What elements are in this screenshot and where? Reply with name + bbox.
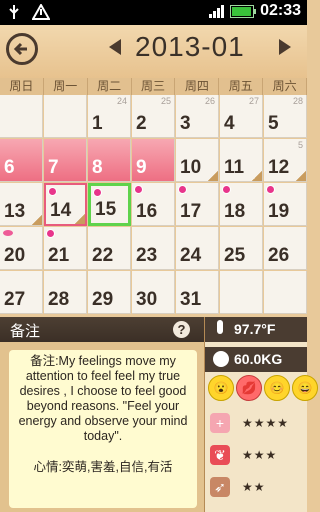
note-dot xyxy=(46,229,55,238)
day-cell[interactable]: 24 1 xyxy=(88,95,131,138)
strawberry-icon: ❦ xyxy=(210,445,230,465)
next-month-button[interactable] xyxy=(279,39,291,55)
thermometer-icon xyxy=(217,320,223,334)
prev-month-button[interactable] xyxy=(109,39,121,55)
day-cell[interactable]: 26 3 xyxy=(176,95,219,138)
temperature-value: 97.7°F xyxy=(234,321,276,337)
weekday-label: 周四 xyxy=(175,78,220,95)
arrow-heart-icon: ➶ xyxy=(210,477,230,497)
weekday-label: 周日 xyxy=(0,78,44,95)
day-cell[interactable]: 25 xyxy=(220,227,263,270)
day-cell[interactable]: 27 xyxy=(0,271,43,314)
day-cell[interactable]: 28 5 xyxy=(264,95,307,138)
rating-stars: ★★ xyxy=(242,480,266,494)
help-icon[interactable]: ? xyxy=(173,321,190,338)
weekday-header: 周日 周一 周二 周三 周四 周五 周六 xyxy=(0,78,308,95)
day-cell[interactable]: 7 xyxy=(44,139,87,182)
day-cell[interactable]: 21 xyxy=(44,227,87,270)
weekday-label: 周三 xyxy=(132,78,176,95)
weekday-label: 周一 xyxy=(44,78,88,95)
day-cell[interactable]: 20 xyxy=(0,227,43,270)
day-cell[interactable]: 5 12 xyxy=(264,139,307,182)
back-button[interactable] xyxy=(6,33,38,65)
day-cell[interactable]: 13 xyxy=(0,183,43,226)
rating-row-fruit[interactable]: ❦ ★★★ xyxy=(210,443,306,467)
period-dot xyxy=(48,187,57,196)
note-dot xyxy=(222,185,231,194)
weekday-label: 周六 xyxy=(263,78,308,95)
warning-icon xyxy=(31,2,51,20)
day-cell[interactable]: 27 4 xyxy=(220,95,263,138)
details-pane: 备注 ? 备注:My feelings move my attention to… xyxy=(0,317,318,512)
calendar-grid: 24 1 25 2 26 3 27 4 28 5 6 7 8 9 10 11 5 12 13… xyxy=(0,95,307,315)
day-cell[interactable]: 8 xyxy=(88,139,131,182)
rating-row-health[interactable]: + ★★★★ xyxy=(210,411,306,435)
day-cell[interactable]: 22 xyxy=(88,227,131,270)
notes-panel: 备注 ? 备注:My feelings move my attention to… xyxy=(0,317,205,512)
day-cell[interactable]: 24 xyxy=(176,227,219,270)
day-cell[interactable]: 11 xyxy=(220,139,263,182)
mood-emoji-row: 😮 💋 😊 😄 xyxy=(208,375,318,401)
calendar-header: 2013-01 xyxy=(0,25,307,78)
note-dot xyxy=(178,185,187,194)
stats-panel: 97.7°F 60.0KG 😮 💋 😊 😄 + ★★★★ ❦ ★★★ ➶ ★★ xyxy=(205,317,318,512)
day-cell[interactable] xyxy=(44,95,87,138)
note-dot xyxy=(93,188,102,197)
note-content[interactable]: 备注:My feelings move my attention to feel… xyxy=(9,350,197,508)
weight-value: 60.0KG xyxy=(234,351,283,367)
arrow-left-icon xyxy=(13,42,27,56)
day-cell-selected[interactable]: 15 xyxy=(88,183,131,226)
mood-text: 心情:奕萌,害羞,自信,有活 xyxy=(33,460,173,474)
day-cell[interactable]: 19 xyxy=(264,183,307,226)
day-cell[interactable]: 6 xyxy=(0,139,43,182)
note-text: 备注:My feelings move my attention to feel… xyxy=(18,354,188,443)
scale-icon xyxy=(213,351,229,367)
signal-icon xyxy=(209,4,225,18)
cross-icon: + xyxy=(210,413,230,433)
day-cell[interactable] xyxy=(220,271,263,314)
day-cell[interactable]: 25 2 xyxy=(132,95,175,138)
note-dot xyxy=(266,185,275,194)
day-cell[interactable]: 29 xyxy=(88,271,131,314)
usb-icon xyxy=(6,4,22,20)
note-dot xyxy=(134,185,143,194)
status-bar: 02:33 xyxy=(0,0,307,25)
weekday-label: 周五 xyxy=(219,78,264,95)
day-cell[interactable]: 10 xyxy=(176,139,219,182)
day-cell[interactable]: 31 xyxy=(176,271,219,314)
day-cell[interactable]: 14 xyxy=(44,183,87,226)
battery-icon xyxy=(230,4,257,18)
day-cell[interactable]: 28 xyxy=(44,271,87,314)
day-cell[interactable] xyxy=(0,95,43,138)
temperature-stat[interactable]: 97.7°F xyxy=(205,317,307,342)
status-time: 02:33 xyxy=(260,2,301,19)
day-cell[interactable]: 16 xyxy=(132,183,175,226)
day-cell[interactable]: 23 xyxy=(132,227,175,270)
day-cell[interactable]: 30 xyxy=(132,271,175,314)
rating-stars: ★★★★ xyxy=(242,416,290,430)
weekday-label: 周二 xyxy=(88,78,132,95)
month-title: 2013-01 xyxy=(135,31,245,62)
rating-stars: ★★★ xyxy=(242,448,278,462)
lips-icon[interactable]: 💋 xyxy=(236,375,262,401)
day-cell[interactable] xyxy=(264,271,307,314)
notes-title: 备注 xyxy=(10,323,41,340)
day-cell[interactable]: 9 xyxy=(132,139,175,182)
day-cell[interactable]: 26 xyxy=(264,227,307,270)
day-cell[interactable]: 17 xyxy=(176,183,219,226)
surprised-face-icon[interactable]: 😮 xyxy=(208,375,234,401)
notes-header: 备注 ? xyxy=(0,317,204,342)
blushing-face-icon[interactable]: 😊 xyxy=(264,375,290,401)
rating-row-romance[interactable]: ➶ ★★ xyxy=(210,475,306,499)
weight-stat[interactable]: 60.0KG xyxy=(205,347,307,372)
day-cell[interactable]: 18 xyxy=(220,183,263,226)
smiling-face-icon[interactable]: 😄 xyxy=(292,375,318,401)
flow-icon xyxy=(3,230,13,236)
